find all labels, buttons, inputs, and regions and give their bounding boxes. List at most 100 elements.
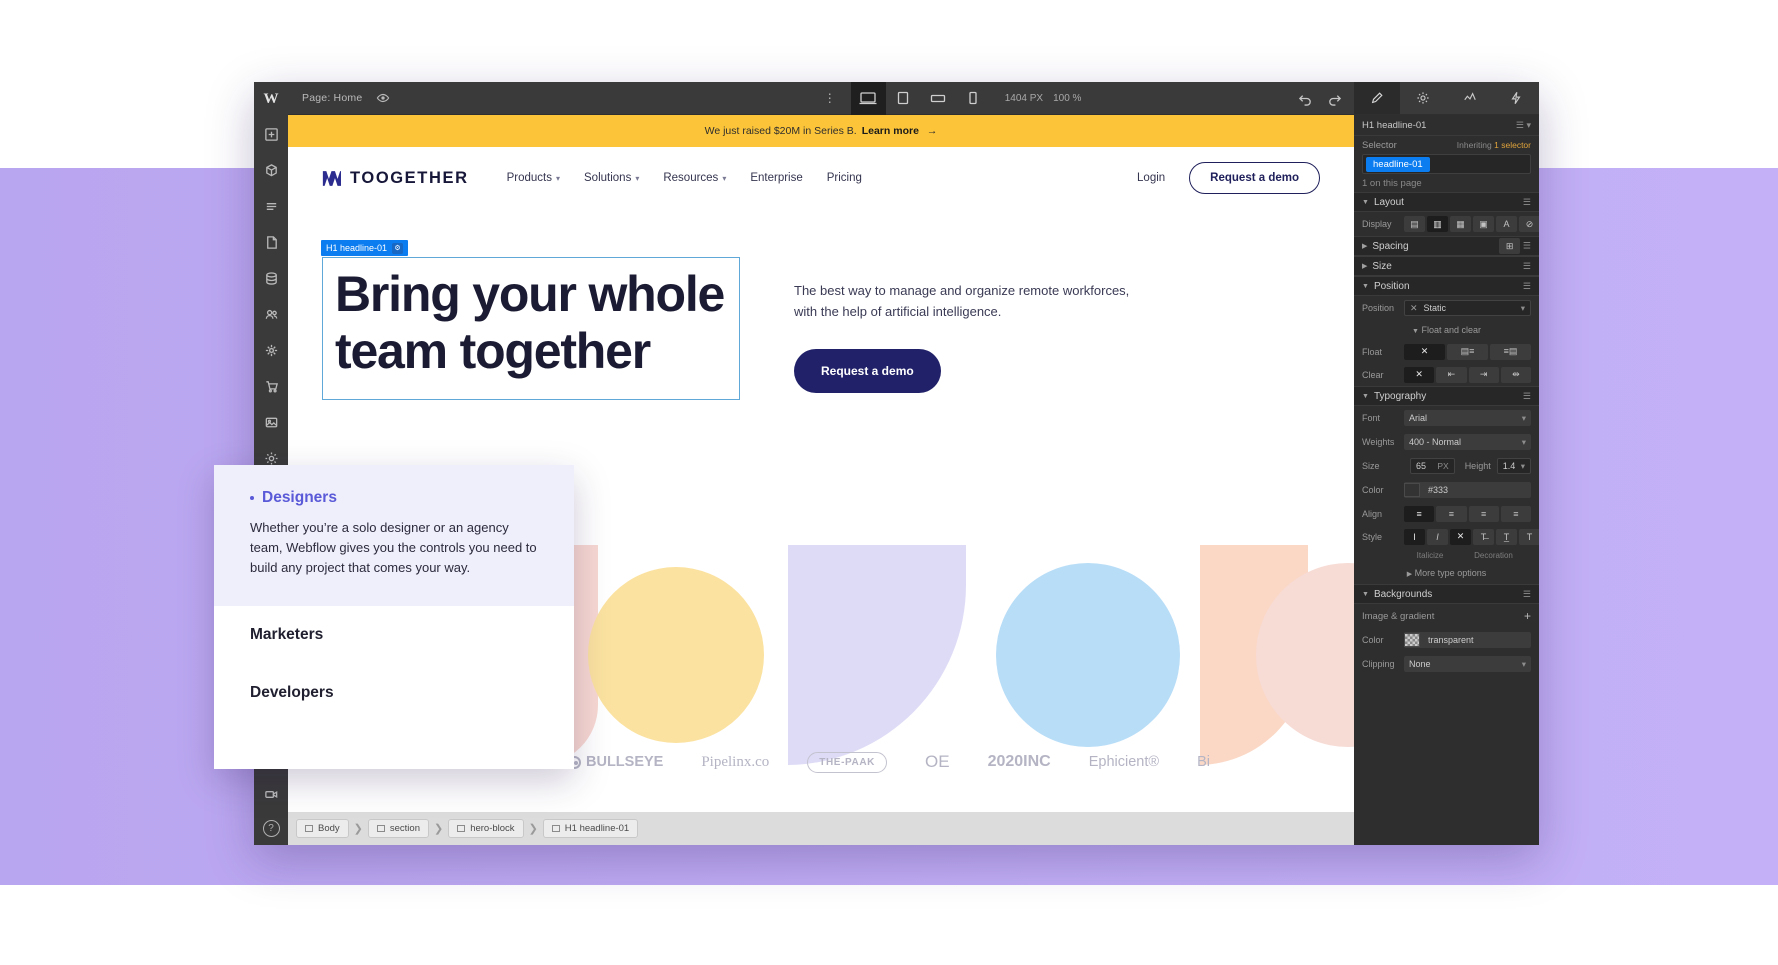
help-button[interactable]: ? (254, 812, 288, 845)
webflow-logo-icon[interactable]: W (254, 82, 288, 116)
add-elements-icon[interactable] (254, 116, 288, 152)
request-demo-hero-button[interactable]: Request a demo (794, 348, 941, 393)
gear-icon[interactable]: ⚙ (392, 242, 404, 254)
section-typography[interactable]: ▼ Typography ☰ (1354, 386, 1539, 406)
nav-link-solutions[interactable]: Solutions ▾ (584, 172, 639, 184)
font-size-unit[interactable]: PX (1437, 461, 1448, 471)
decoration-none-button[interactable]: ✕ (1450, 528, 1471, 545)
breadcrumb-item-section[interactable]: section (367, 819, 429, 838)
breadcrumb-item-hero-block[interactable]: hero-block (448, 819, 524, 838)
upright-button[interactable]: I (1404, 528, 1425, 545)
font-select[interactable]: Arial ▾ (1404, 410, 1531, 426)
text-color-field[interactable]: #333 (1404, 482, 1531, 498)
float-right-button[interactable]: ≡▤ (1490, 343, 1531, 360)
float-and-clear-label[interactable]: ▼ Float and clear (1412, 325, 1481, 335)
display-inline-button[interactable]: A (1496, 216, 1517, 232)
section-menu-icon[interactable]: ☰ (1523, 391, 1531, 402)
viewport-mobile-portrait-button[interactable] (956, 82, 991, 115)
cart-icon[interactable] (254, 368, 288, 404)
interactions-panel-tab[interactable] (1447, 82, 1493, 114)
section-backgrounds[interactable]: ▼ Backgrounds ☰ (1354, 584, 1539, 604)
viewport-mobile-landscape-button[interactable] (921, 82, 956, 115)
zoom-level-value[interactable]: 100 % (1053, 93, 1081, 104)
add-background-icon[interactable]: + (1524, 609, 1531, 623)
login-link[interactable]: Login (1137, 172, 1165, 184)
italic-button[interactable]: I (1427, 528, 1448, 545)
capitalize-button[interactable]: T (1519, 528, 1539, 545)
breadcrumb-item-headline[interactable]: H1 headline-01 (542, 819, 639, 838)
nav-link-products[interactable]: Products ▾ (507, 172, 560, 184)
section-menu-icon[interactable]: ☰ (1523, 197, 1531, 208)
float-left-button[interactable]: ▤≡ (1447, 343, 1488, 360)
style-panel-tab[interactable] (1354, 82, 1401, 114)
dropdown-item-marketers[interactable]: Marketers (214, 606, 574, 664)
float-none-button[interactable]: ✕ (1404, 343, 1445, 360)
align-center-button[interactable]: ≡ (1436, 505, 1467, 522)
section-menu-icon[interactable]: ☰ (1523, 281, 1531, 292)
clipping-select[interactable]: None ▾ (1404, 656, 1531, 672)
display-none-button[interactable]: ⊘ (1519, 216, 1539, 232)
section-layout[interactable]: ▼ Layout ☰ (1354, 192, 1539, 212)
strikethrough-button[interactable]: T̶ (1473, 528, 1494, 545)
video-camera-icon[interactable] (254, 776, 288, 812)
interactions-icon[interactable] (254, 332, 288, 368)
display-grid-button[interactable]: ▦ (1450, 216, 1471, 232)
clear-left-button[interactable]: ⇤ (1436, 366, 1467, 383)
viewport-desktop-button[interactable] (850, 81, 886, 115)
image-assets-icon[interactable] (254, 404, 288, 440)
section-menu-icon[interactable]: ☰ (1523, 261, 1531, 272)
display-flex-button[interactable]: ▥ (1427, 216, 1448, 232)
more-vertical-icon[interactable]: ⋮ (824, 91, 837, 105)
underline-button[interactable]: T̲ (1496, 528, 1517, 545)
clear-right-button[interactable]: ⇥ (1468, 366, 1499, 383)
nav-link-enterprise[interactable]: Enterprise (750, 172, 802, 184)
clear-both-button[interactable]: ⇹ (1500, 366, 1531, 383)
effects-panel-tab[interactable] (1493, 82, 1539, 114)
users-icon[interactable] (254, 296, 288, 332)
spacing-toggle-icon[interactable]: ⊞ (1499, 238, 1521, 254)
align-left-button[interactable]: ≡ (1404, 505, 1435, 522)
more-type-options-button[interactable]: ▶ More type options (1407, 568, 1486, 578)
section-menu-icon[interactable]: ☰ (1523, 241, 1531, 251)
selector-input[interactable]: headline-01 (1362, 154, 1531, 174)
font-size-input[interactable]: 65 PX (1410, 458, 1455, 474)
layers-list-icon[interactable] (254, 188, 288, 224)
close-icon[interactable]: ✕ (1410, 303, 1418, 314)
headline-selection-box[interactable]: H1 headline-01 ⚙ Bring your whole team t… (321, 240, 740, 400)
section-position[interactable]: ▼ Position ☰ (1354, 276, 1539, 296)
element-badge[interactable]: H1 headline-01 ⚙ (321, 240, 409, 256)
notice-link[interactable]: Learn more (862, 125, 919, 137)
weights-select[interactable]: 400 - Normal ▾ (1404, 434, 1531, 450)
line-height-input[interactable]: 1.4 ▾ (1496, 458, 1531, 474)
align-justify-button[interactable]: ≡ (1500, 505, 1531, 522)
viewport-tablet-button[interactable] (886, 82, 921, 115)
database-icon[interactable] (254, 260, 288, 296)
cube-icon[interactable] (254, 152, 288, 188)
brand-logo[interactable]: TOOGETHER (322, 169, 469, 188)
breadcrumb-item-body[interactable]: Body (296, 819, 349, 838)
nav-link-pricing[interactable]: Pricing (827, 172, 862, 184)
preview-eye-icon[interactable] (376, 91, 390, 105)
display-inline-block-button[interactable]: ▣ (1473, 216, 1494, 232)
undo-arrow-icon[interactable] (1298, 91, 1313, 106)
redo-arrow-icon[interactable] (1327, 91, 1342, 106)
dropdown-active-item[interactable]: Designers Whether you’re a solo designer… (214, 465, 574, 607)
color-swatch[interactable] (1404, 483, 1420, 497)
page-selector-label[interactable]: Page: Home (302, 92, 362, 104)
clear-none-button[interactable]: ✕ (1404, 366, 1435, 383)
display-block-button[interactable]: ▤ (1404, 216, 1425, 232)
nav-link-resources[interactable]: Resources ▾ (663, 172, 726, 184)
request-demo-nav-button[interactable]: Request a demo (1189, 162, 1320, 194)
panel-menu-icon[interactable]: ☰ ▾ (1516, 120, 1531, 131)
inheriting-value[interactable]: 1 selector (1494, 140, 1531, 150)
transparent-swatch[interactable] (1404, 633, 1420, 647)
section-menu-icon[interactable]: ☰ (1523, 589, 1531, 600)
position-select[interactable]: ✕ Static ▾ (1404, 300, 1531, 316)
align-right-button[interactable]: ≡ (1468, 505, 1499, 522)
background-color-field[interactable]: transparent (1404, 632, 1531, 648)
dropdown-item-developers[interactable]: Developers (214, 664, 574, 722)
selector-chip[interactable]: headline-01 (1366, 156, 1430, 172)
section-size[interactable]: ▶ Size ☰ (1354, 256, 1539, 276)
page-icon[interactable] (254, 224, 288, 260)
settings-panel-tab[interactable] (1400, 82, 1446, 114)
